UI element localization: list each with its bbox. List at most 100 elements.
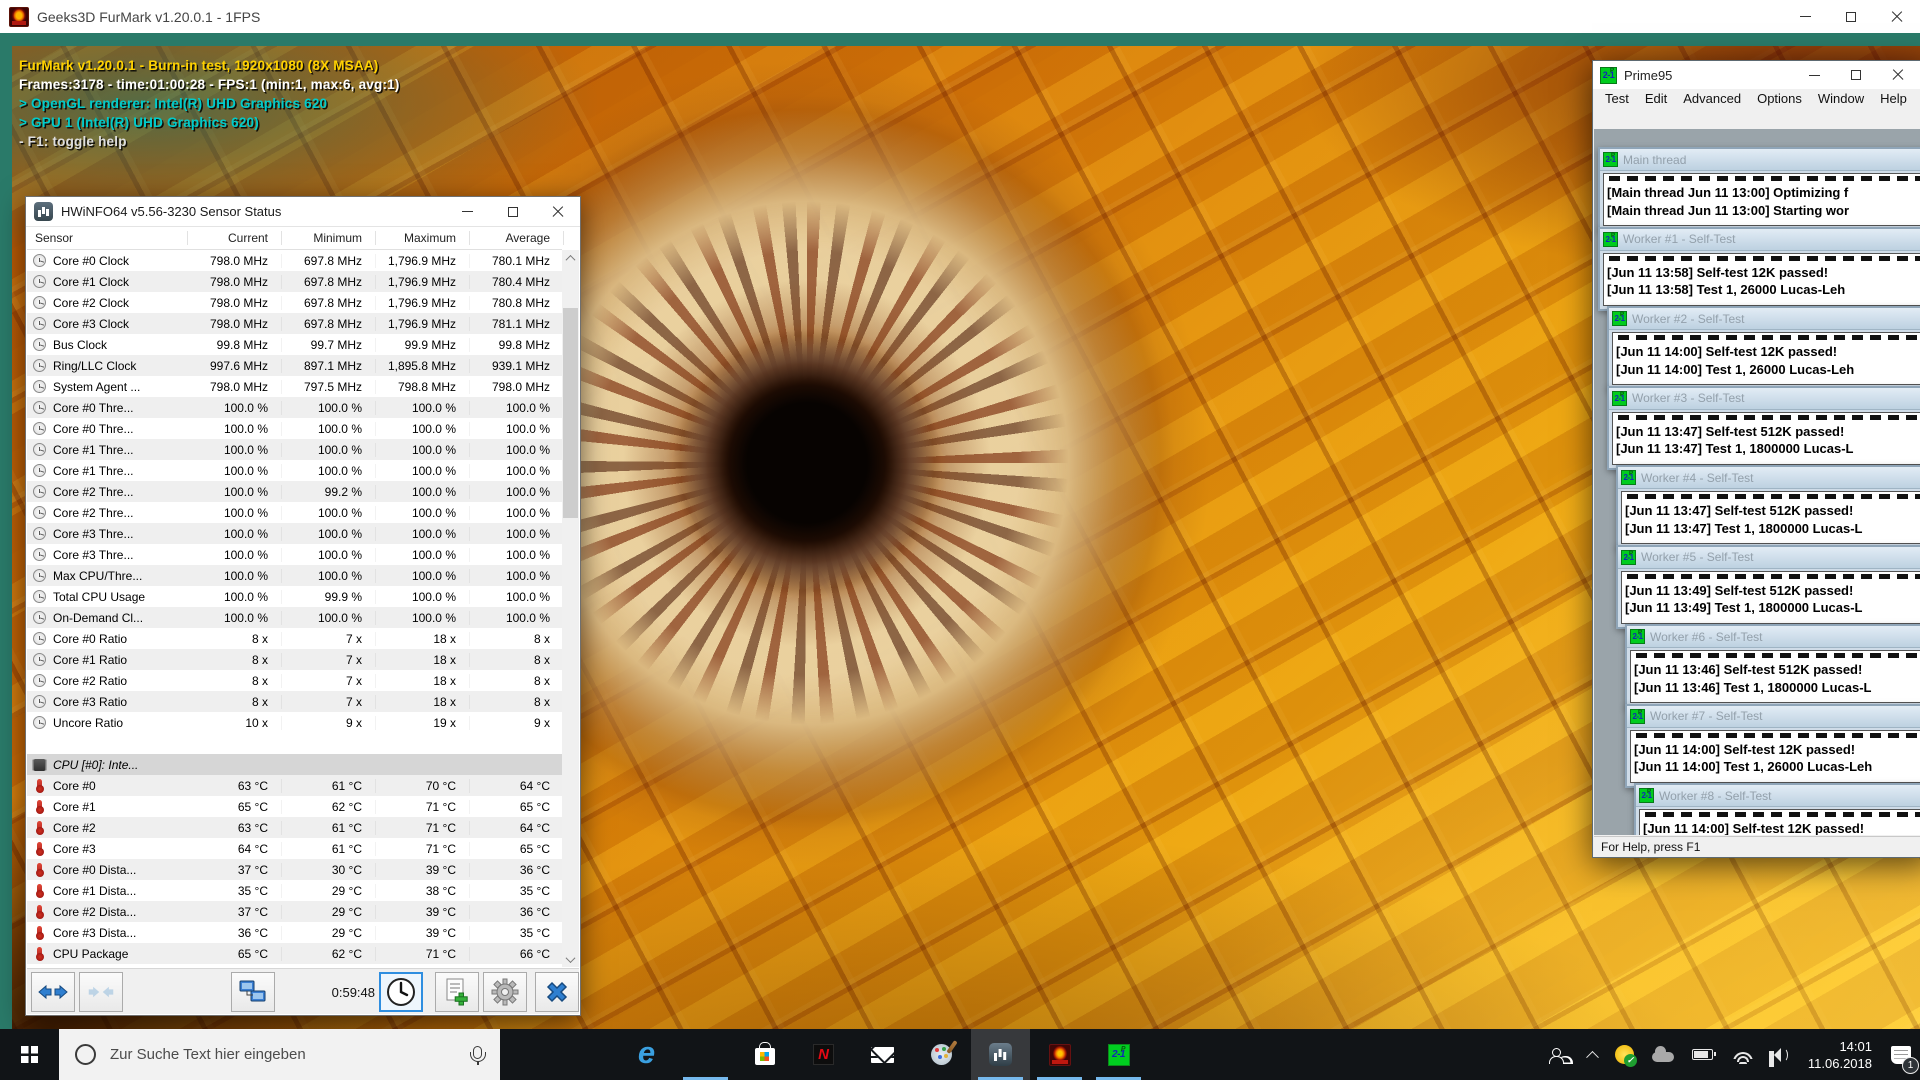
furmark-titlebar[interactable]: Geeks3D FurMark v1.20.0.1 - 1FPS [0,0,1920,33]
minimize-icon[interactable] [1782,0,1828,33]
sensor-row[interactable]: Core #2 Dista...37 °C29 °C39 °C36 °C [27,901,562,922]
file-explorer-taskbar-button[interactable] [676,1029,735,1080]
sensor-row[interactable]: Core #1 Thre...100.0 %100.0 %100.0 %100.… [27,439,562,460]
sensor-row[interactable]: Uncore Ratio10 x9 x19 x9 x [27,712,562,733]
maximize-icon[interactable] [490,197,535,226]
child-titlebar[interactable]: 2-1PMain thread [1600,149,1920,171]
prime95-child-worker-3-self-test[interactable]: 2-1PWorker #3 - Self-Test[Jun 11 13:47] … [1607,386,1920,470]
edge-taskbar-button[interactable]: e [617,1029,676,1080]
column-header-sensor[interactable]: Sensor [27,231,188,245]
column-header-current[interactable]: Current [188,231,282,245]
sensor-row[interactable]: Core #165 °C62 °C71 °C65 °C [27,796,562,817]
menu-item-window[interactable]: Window [1810,89,1872,109]
sensor-row[interactable]: Core #263 °C61 °C71 °C64 °C [27,817,562,838]
minimize-icon[interactable] [445,197,490,226]
sensor-row[interactable]: Core #0 Dista...37 °C30 °C39 °C36 °C [27,859,562,880]
task-view-taskbar-button[interactable] [558,1029,617,1080]
sensor-row[interactable]: Core #2 Clock798.0 MHz697.8 MHz1,796.9 M… [27,292,562,313]
sensor-row[interactable]: Core #063 °C61 °C70 °C64 °C [27,775,562,796]
scroll-up-icon[interactable] [562,250,579,266]
child-titlebar[interactable]: 2-1PWorker #8 - Self-Test [1636,785,1920,807]
child-titlebar[interactable]: 2-1PWorker #1 - Self-Test [1600,229,1920,251]
clock-toggle-button[interactable] [379,972,423,1012]
scrollbar-thumb[interactable] [563,308,578,518]
sensor-row[interactable]: Ring/LLC Clock997.6 MHz897.1 MHz1,895.8 … [27,355,562,376]
column-header-maximum[interactable]: Maximum [376,231,470,245]
menu-item-edit[interactable]: Edit [1637,89,1675,109]
netflix-taskbar-button[interactable]: N [794,1029,853,1080]
tray-clock[interactable]: 14:01 11.06.2018 [1798,1038,1882,1072]
close-icon[interactable] [535,197,580,226]
sensor-row[interactable]: Core #3 Clock798.0 MHz697.8 MHz1,796.9 M… [27,313,562,334]
sensor-row[interactable]: Core #1 Clock798.0 MHz697.8 MHz1,796.9 M… [27,271,562,292]
navigate-arrows-button[interactable] [31,972,75,1012]
sensor-row[interactable]: Core #3 Dista...36 °C29 °C39 °C35 °C [27,922,562,943]
hwinfo-taskbar-button[interactable] [971,1029,1030,1080]
hwinfo-table-header[interactable]: Sensor Current Minimum Maximum Average [27,227,562,250]
people-icon[interactable] [1541,1029,1579,1080]
remote-sensors-button[interactable] [231,972,275,1012]
sensor-row[interactable]: Core #1 Ratio8 x7 x18 x8 x [27,649,562,670]
paint-taskbar-button[interactable] [912,1029,971,1080]
scroll-down-icon[interactable] [562,951,579,967]
action-center-icon[interactable]: 1 [1882,1029,1920,1080]
sensor-row[interactable]: Total CPU Usage100.0 %99.9 %100.0 %100.0… [27,586,562,607]
prime95-child-main-thread[interactable]: 2-1PMain thread[Main thread Jun 11 13:00… [1598,147,1920,231]
start-button[interactable] [0,1029,59,1080]
settings-gear-icon[interactable] [483,972,527,1012]
microphone-icon[interactable] [473,1046,482,1059]
child-titlebar[interactable]: 2-1PWorker #3 - Self-Test [1609,388,1920,410]
maximize-icon[interactable] [1828,0,1874,33]
sensor-row[interactable]: Core #0 Thre...100.0 %100.0 %100.0 %100.… [27,418,562,439]
menu-item-options[interactable]: Options [1749,89,1810,109]
volume-icon[interactable] [1760,1029,1798,1080]
mail-taskbar-button[interactable] [853,1029,912,1080]
sensor-row[interactable]: Core #0 Clock798.0 MHz697.8 MHz1,796.9 M… [27,250,562,271]
sensor-row[interactable]: Core #1 Thre...100.0 %100.0 %100.0 %100.… [27,460,562,481]
maximize-icon[interactable] [1835,61,1877,89]
prime95-taskbar-button[interactable]: 2-1P [1089,1029,1148,1080]
child-titlebar[interactable]: 2-1PWorker #6 - Self-Test [1627,626,1920,648]
minimize-icon[interactable] [1793,61,1835,89]
onedrive-icon[interactable] [1643,1029,1683,1080]
report-button[interactable] [435,972,479,1012]
close-icon[interactable] [1877,61,1919,89]
sensor-group-row[interactable]: CPU [#0]: Inte... [27,754,562,775]
prime95-child-worker-6-self-test[interactable]: 2-1PWorker #6 - Self-Test[Jun 11 13:46] … [1625,624,1920,708]
sensor-row[interactable]: Core #0 Thre...100.0 %100.0 %100.0 %100.… [27,397,562,418]
sensor-row[interactable]: System Agent ...798.0 MHz797.5 MHz798.8 … [27,376,562,397]
tray-chevron-up-icon[interactable] [1579,1029,1606,1080]
collapse-arrows-button[interactable] [79,972,123,1012]
child-titlebar[interactable]: 2-1PWorker #4 - Self-Test [1618,467,1920,489]
column-header-average[interactable]: Average [470,231,564,245]
sensor-row[interactable]: Bus Clock99.8 MHz99.7 MHz99.9 MHz99.8 MH… [27,334,562,355]
search-box[interactable]: Zur Suche Text hier eingeben [59,1029,500,1080]
prime95-child-worker-8-self-test[interactable]: 2-1PWorker #8 - Self-Test[Jun 11 14:00] … [1634,783,1920,835]
prime95-child-worker-7-self-test[interactable]: 2-1PWorker #7 - Self-Test[Jun 11 14:00] … [1625,704,1920,788]
prime95-child-worker-1-self-test[interactable]: 2-1PWorker #1 - Self-Test[Jun 11 13:58] … [1598,227,1920,311]
sensor-row[interactable]: Core #2 Thre...100.0 %100.0 %100.0 %100.… [27,502,562,523]
sensor-row[interactable]: CPU Package65 °C62 °C71 °C66 °C [27,943,562,964]
battery-icon[interactable] [1683,1029,1722,1080]
store-taskbar-button[interactable] [735,1029,794,1080]
menu-item-help[interactable]: Help [1872,89,1915,109]
prime95-titlebar[interactable]: 2-1 P Prime95 [1593,61,1920,89]
hwinfo-titlebar[interactable]: HWiNFO64 v5.56-3230 Sensor Status [26,197,580,227]
furmark-taskbar-button[interactable] [1030,1029,1089,1080]
sensor-row[interactable]: Max CPU/Thre...100.0 %100.0 %100.0 %100.… [27,565,562,586]
sensor-row[interactable]: Core #3 Thre...100.0 %100.0 %100.0 %100.… [27,523,562,544]
menu-item-advanced[interactable]: Advanced [1675,89,1749,109]
sensor-row[interactable]: Core #364 °C61 °C71 °C65 °C [27,838,562,859]
close-sensors-button[interactable] [535,972,579,1012]
sensor-row[interactable]: Core #2 Ratio8 x7 x18 x8 x [27,670,562,691]
prime95-child-worker-4-self-test[interactable]: 2-1PWorker #4 - Self-Test[Jun 11 13:47] … [1616,465,1920,549]
child-titlebar[interactable]: 2-1PWorker #7 - Self-Test [1627,706,1920,728]
sensor-row[interactable]: Core #2 Thre...100.0 %99.2 %100.0 %100.0… [27,481,562,502]
wifi-icon[interactable] [1722,1029,1760,1080]
sensor-row[interactable]: Core #3 Ratio8 x7 x18 x8 x [27,691,562,712]
column-header-minimum[interactable]: Minimum [282,231,376,245]
menu-item-test[interactable]: Test [1597,89,1637,109]
norton-icon[interactable] [1606,1029,1643,1080]
sensor-row[interactable]: Core #1 Dista...35 °C29 °C38 °C35 °C [27,880,562,901]
prime95-child-worker-2-self-test[interactable]: 2-1PWorker #2 - Self-Test[Jun 11 14:00] … [1607,306,1920,390]
